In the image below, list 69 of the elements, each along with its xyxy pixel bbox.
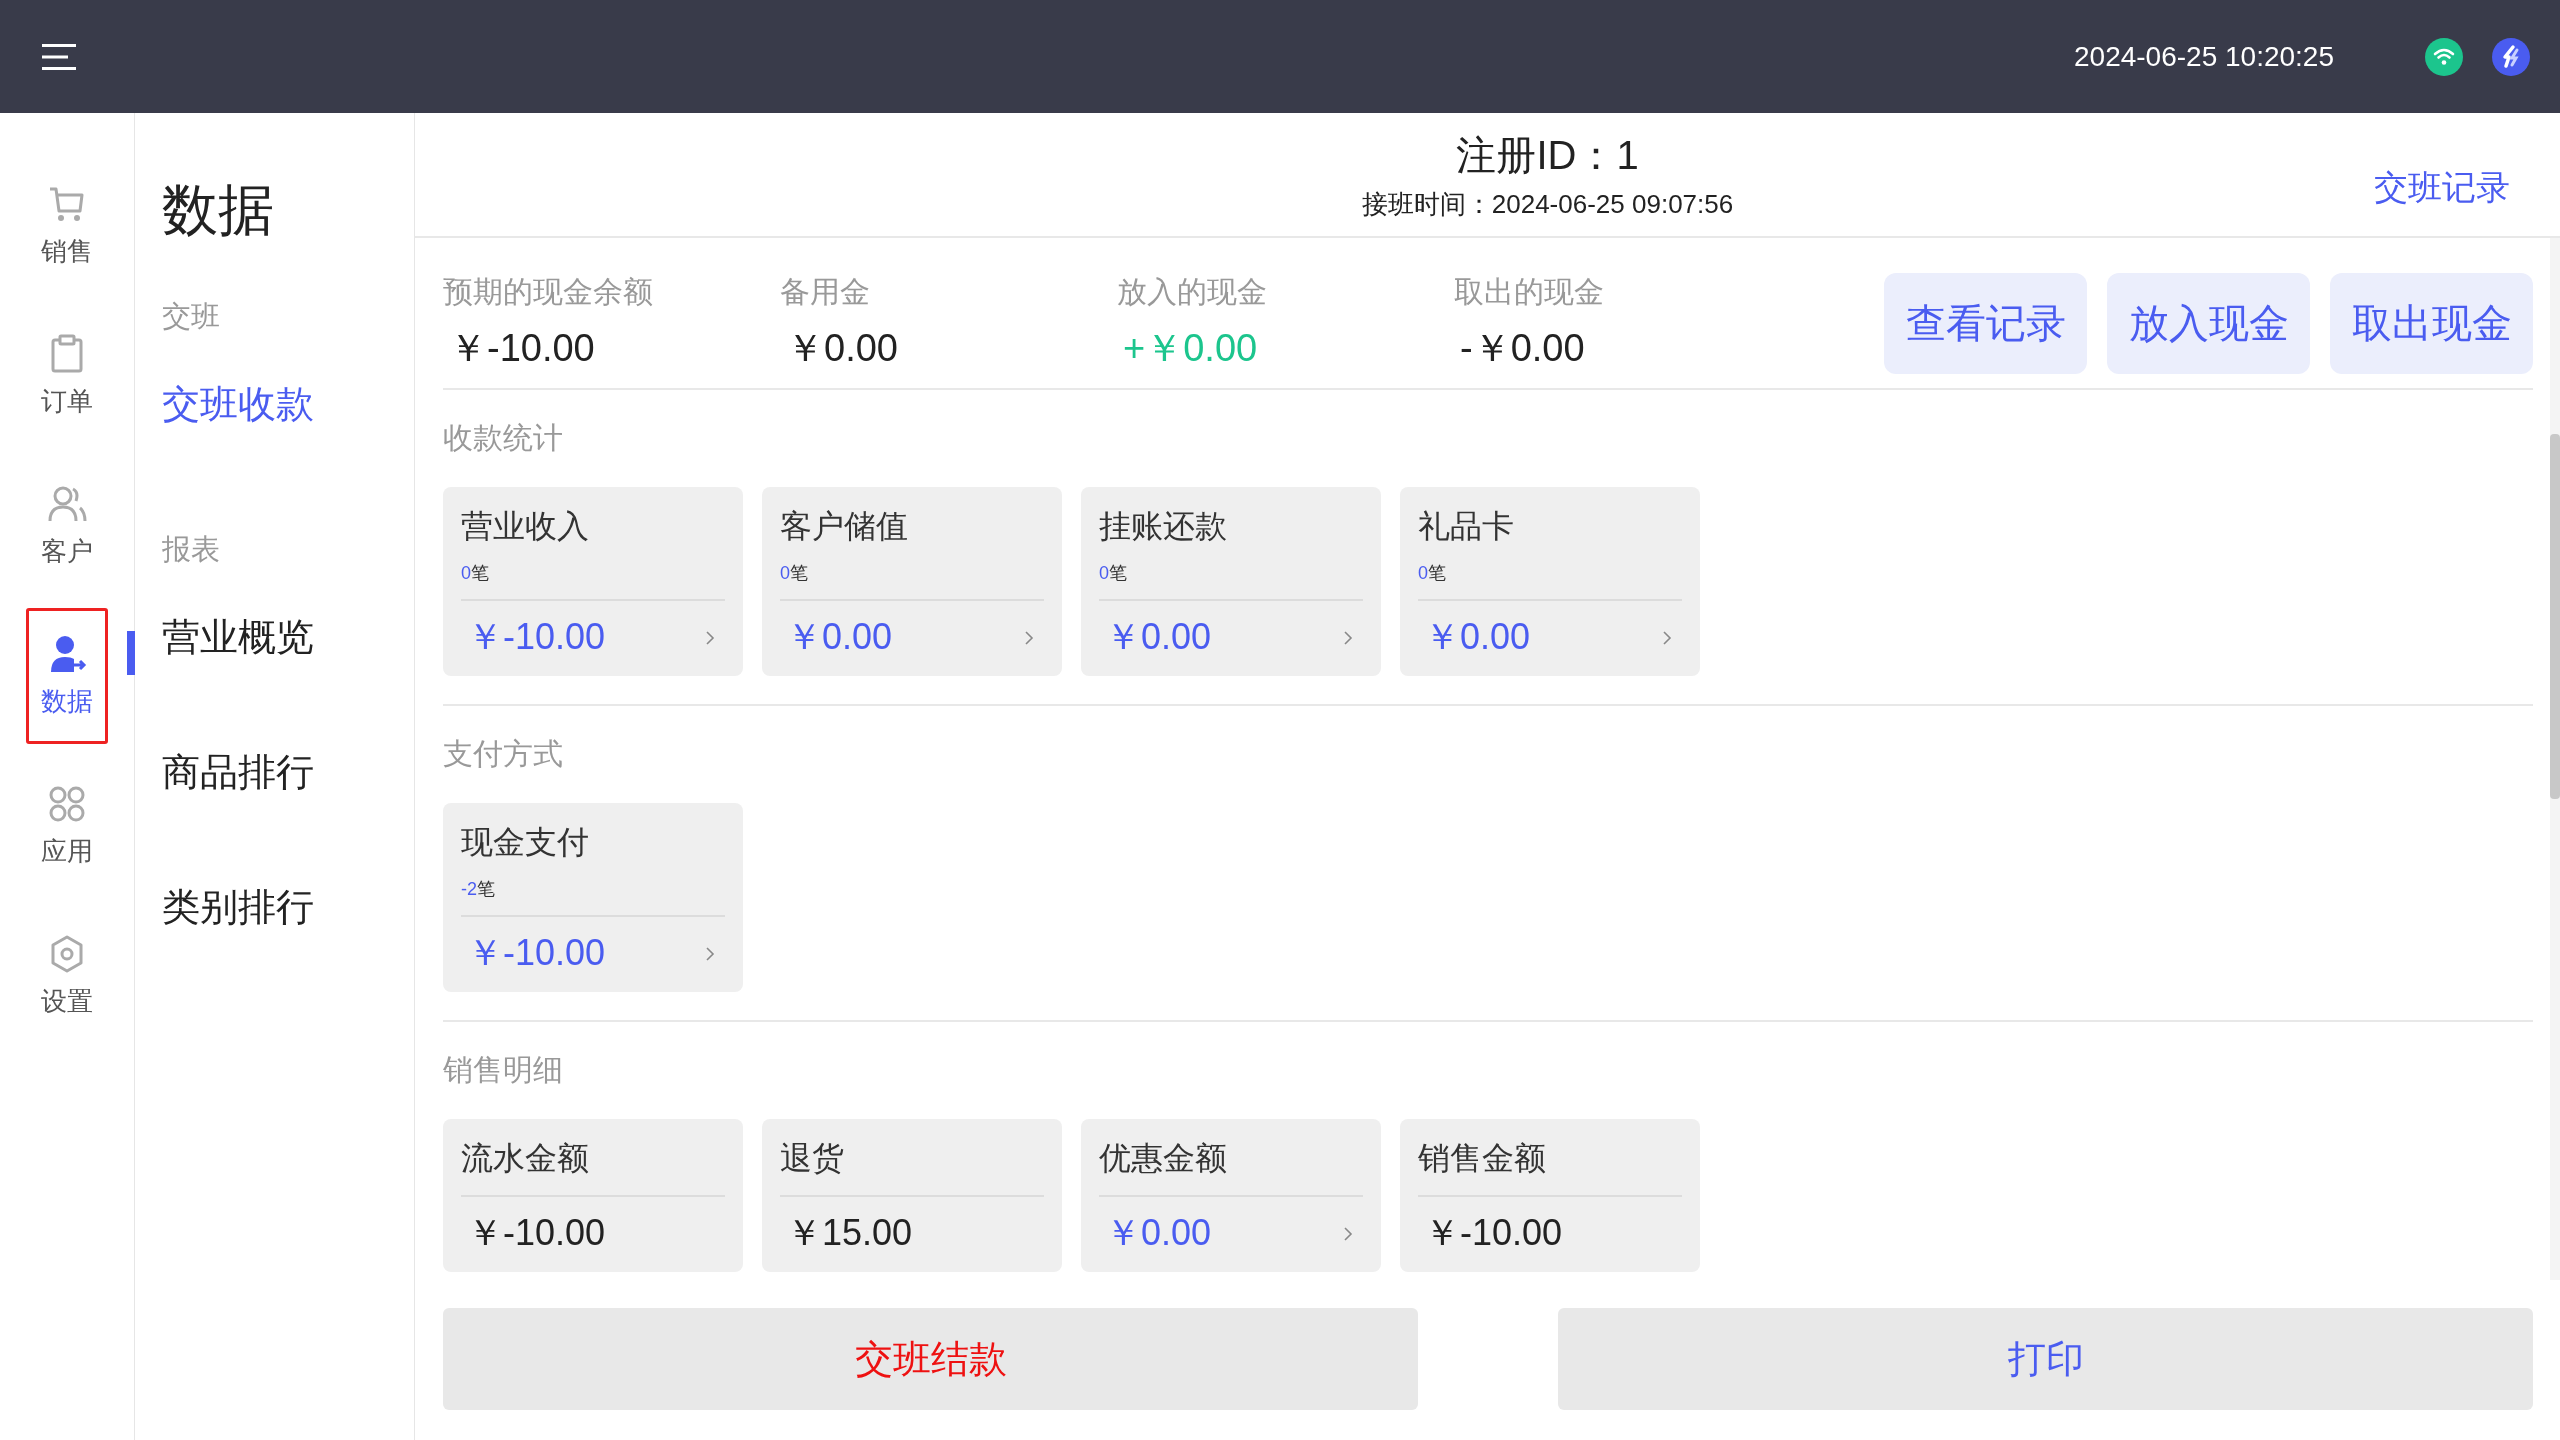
card-amount: ￥-10.00 [466, 615, 606, 659]
card-amount: ￥0.00 [1104, 615, 1212, 659]
stat-card[interactable]: 优惠金额 ￥0.00 [1081, 1119, 1381, 1272]
card-title: 礼品卡 [1418, 507, 1515, 546]
cash-action-button[interactable]: 放入现金 [2107, 272, 2310, 374]
card-amount: ￥0.00 [785, 615, 893, 659]
transaction-count: 0笔 [1099, 562, 1128, 585]
group-label: 交班 [162, 299, 220, 334]
wifi-icon[interactable] [2425, 37, 2463, 76]
app-logo-icon[interactable] [2492, 37, 2530, 76]
cash-label: 预期的现金余额 [443, 274, 654, 310]
card-amount: ￥-10.00 [1423, 1211, 1563, 1255]
group-label: 报表 [162, 532, 220, 567]
nav-item[interactable]: 销售 [26, 158, 108, 294]
transaction-count: 0笔 [461, 562, 490, 585]
cash-label: 放入的现金 [1117, 274, 1268, 310]
nav-item[interactable]: 数据 [26, 608, 108, 744]
register-id: 注册ID：1 [1456, 131, 1639, 179]
nav-item[interactable]: 设置 [26, 908, 108, 1044]
card-title: 客户储值 [780, 507, 909, 546]
stat-card[interactable]: 流水金额 ￥-10.00 [443, 1119, 743, 1272]
cash-label: 备用金 [780, 274, 871, 310]
transaction-count: 0笔 [780, 562, 809, 585]
stat-card[interactable]: 客户储值 0笔 ￥0.00 [762, 487, 1062, 676]
cash-value: ￥0.00 [785, 326, 899, 371]
footer-button[interactable]: 交班结款 [443, 1308, 1418, 1410]
stat-card[interactable]: 销售金额 ￥-10.00 [1400, 1119, 1700, 1272]
card-title: 销售金额 [1418, 1139, 1547, 1178]
stat-card[interactable]: 营业收入 0笔 ￥-10.00 [443, 487, 743, 676]
stat-card[interactable]: 退货 ￥15.00 [762, 1119, 1062, 1272]
cash-value: -￥0.00 [1459, 326, 1586, 371]
stat-card[interactable]: 礼品卡 0笔 ￥0.00 [1400, 487, 1700, 676]
shift-history-link[interactable]: 交班记录 [2374, 165, 2510, 211]
card-amount: ￥0.00 [1104, 1211, 1212, 1255]
card-title: 挂账还款 [1099, 507, 1228, 546]
card-title: 退货 [780, 1139, 845, 1178]
section-title: 销售明细 [443, 1052, 564, 1088]
card-title: 现金支付 [461, 823, 590, 862]
cash-label: 取出的现金 [1454, 274, 1605, 310]
card-amount: ￥-10.00 [466, 931, 606, 975]
cash-action-button[interactable]: 取出现金 [2330, 272, 2533, 374]
section-title: 支付方式 [443, 736, 564, 772]
card-title: 营业收入 [461, 507, 590, 546]
submenu-item[interactable]: 商品排行 [162, 747, 314, 798]
cash-value: ￥-10.00 [448, 326, 596, 371]
menu-icon[interactable] [42, 43, 76, 70]
scroll-indicator [127, 631, 135, 675]
stat-card[interactable]: 挂账还款 0笔 ￥0.00 [1081, 487, 1381, 676]
card-title: 优惠金额 [1099, 1139, 1228, 1178]
stat-card[interactable]: 现金支付 -2笔 ￥-10.00 [443, 803, 743, 992]
footer-button[interactable]: 打印 [1558, 1308, 2533, 1410]
submenu-item[interactable]: 营业概览 [162, 612, 314, 663]
date-time: 2024-06-25 10:20:25 [2074, 40, 2334, 73]
card-amount: ￥15.00 [785, 1211, 913, 1255]
nav-item[interactable]: 应用 [26, 758, 108, 894]
transaction-count: -2笔 [461, 878, 496, 901]
page-title: 数据 [162, 177, 274, 243]
card-title: 流水金额 [461, 1139, 590, 1178]
card-amount: ￥-10.00 [466, 1211, 606, 1255]
submenu-item[interactable]: 类别排行 [162, 882, 314, 933]
nav-item[interactable]: 订单 [26, 308, 108, 444]
transaction-count: 0笔 [1418, 562, 1447, 585]
cash-action-button[interactable]: 查看记录 [1884, 272, 2087, 374]
nav-item[interactable]: 客户 [26, 458, 108, 594]
cash-value: +￥0.00 [1122, 326, 1259, 371]
submenu-item[interactable]: 交班收款 [162, 379, 314, 430]
card-amount: ￥0.00 [1423, 615, 1531, 659]
section-title: 收款统计 [443, 420, 564, 456]
shift-time: 接班时间：2024-06-25 09:07:56 [1361, 187, 1734, 221]
